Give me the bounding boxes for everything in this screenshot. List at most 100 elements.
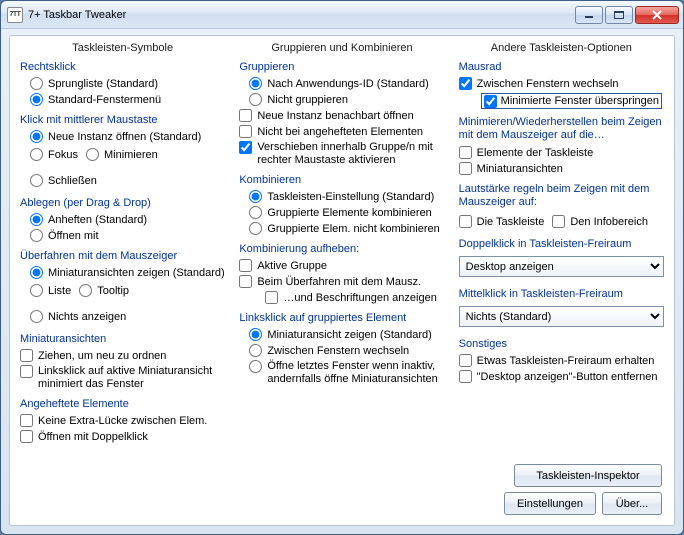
close-button[interactable]	[635, 6, 679, 24]
label-rightdrag: Verschieben innerhalb Gruppe/n mit recht…	[257, 141, 444, 167]
app-window: 7TT 7+ Taskbar Tweaker Taskleisten-Symbo…	[0, 0, 684, 535]
label-dblclick: Öffnen mit Doppelklick	[38, 430, 148, 444]
radio-lc-last[interactable]	[249, 360, 262, 373]
radio-pin[interactable]	[30, 213, 43, 226]
radio-close[interactable]	[30, 174, 43, 187]
radio-cmb-grouped[interactable]	[249, 206, 262, 219]
section-dblclick-empty: Doppelklick in Taskleisten-Freiraum	[459, 238, 664, 250]
radio-cmb-never[interactable]	[249, 222, 262, 235]
label-nogap: Keine Extra-Lücke zwischen Elem.	[38, 414, 207, 428]
check-wheel-cycle[interactable]	[459, 77, 472, 90]
about-button[interactable]: Über...	[602, 492, 662, 515]
combo-midclick[interactable]: Nichts (Standard)	[459, 306, 664, 327]
main-panel: Taskleisten-Symbole Rechtsklick Sprungli…	[9, 35, 675, 526]
label-tbitems: Elemente der Taskleiste	[477, 146, 594, 160]
label-wheel-cycle: Zwischen Fenstern wechseln	[477, 77, 619, 91]
label-thumbs: Miniaturansichten zeigen (Standard)	[48, 266, 225, 280]
inspector-button[interactable]: Taskleisten-Inspektor	[514, 464, 662, 487]
window-title: 7+ Taskbar Tweaker	[28, 9, 573, 21]
label-lc-thumb: Miniaturansicht zeigen (Standard)	[267, 328, 431, 342]
label-notpinned: Nicht bei angehefteten Elementen	[257, 125, 423, 139]
settings-button[interactable]: Einstellungen	[504, 492, 596, 515]
label-labels: …und Beschriftungen anzeigen	[283, 291, 437, 305]
section-pinned: Angeheftete Elemente	[20, 398, 225, 410]
check-tbitems[interactable]	[459, 146, 472, 159]
label-onhover: Beim Überfahren mit dem Mausz.	[257, 275, 421, 289]
check-adjacent[interactable]	[239, 109, 252, 122]
radio-openwith[interactable]	[30, 229, 43, 242]
label-cmb-taskbar: Taskleisten-Einstellung (Standard)	[267, 190, 434, 204]
section-minrestore: Minimieren/Wiederherstellen beim Zeigen …	[459, 116, 664, 142]
check-active[interactable]	[239, 259, 252, 272]
bottom-button-bar: Taskleisten-Inspektor Einstellungen Über…	[504, 464, 662, 515]
radio-jumplist[interactable]	[30, 77, 43, 90]
combo-dblclick[interactable]: Desktop anzeigen	[459, 256, 664, 277]
section-midclick-empty: Mittelklick in Taskleisten-Freiraum	[459, 288, 664, 300]
column-taskbar-icons: Taskleisten-Symbole Rechtsklick Sprungli…	[20, 42, 225, 483]
label-nothing: Nichts anzeigen	[48, 310, 126, 324]
radio-nogroup[interactable]	[249, 93, 262, 106]
radio-stdmenu[interactable]	[30, 93, 43, 106]
label-lc-cycle: Zwischen Fenstern wechseln	[267, 344, 409, 358]
radio-nothing[interactable]	[30, 310, 43, 323]
col1-header: Taskleisten-Symbole	[20, 42, 225, 54]
check-vol-tray[interactable]	[552, 215, 565, 228]
label-cmb-grouped: Gruppierte Elemente kombinieren	[267, 206, 431, 220]
section-drop: Ablegen (per Drag & Drop)	[20, 197, 225, 209]
check-hidedesktop[interactable]	[459, 370, 472, 383]
label-skipmin: Minimierte Fenster überspringen	[501, 94, 659, 108]
label-dragreorder: Ziehen, um neu zu ordnen	[38, 349, 166, 363]
label-byapp: Nach Anwendungs-ID (Standard)	[267, 77, 428, 91]
column-group-combine: Gruppieren und Kombinieren Gruppieren Na…	[239, 42, 444, 483]
check-onhover[interactable]	[239, 275, 252, 288]
check-dblclick[interactable]	[20, 430, 33, 443]
minimize-button[interactable]	[575, 6, 603, 24]
section-hover: Überfahren mit dem Mauszeiger	[20, 250, 225, 262]
radio-thumbs[interactable]	[30, 266, 43, 279]
label-tooltip: Tooltip	[97, 284, 129, 298]
check-notpinned[interactable]	[239, 125, 252, 138]
check-nogap[interactable]	[20, 414, 33, 427]
radio-byapp[interactable]	[249, 77, 262, 90]
highlight-skipmin: Minimierte Fenster überspringen	[481, 93, 662, 109]
radio-list[interactable]	[30, 284, 43, 297]
section-combine: Kombinieren	[239, 174, 444, 186]
check-leftmin[interactable]	[20, 365, 33, 378]
radio-focus[interactable]	[30, 148, 43, 161]
label-newinst: Neue Instanz öffnen (Standard)	[48, 130, 201, 144]
col2-header: Gruppieren und Kombinieren	[239, 42, 444, 54]
check-thumbs2[interactable]	[459, 162, 472, 175]
label-thumbs2: Miniaturansichten	[477, 162, 563, 176]
check-rightdrag[interactable]	[239, 141, 252, 154]
radio-lc-thumb[interactable]	[249, 328, 262, 341]
titlebar[interactable]: 7TT 7+ Taskbar Tweaker	[1, 1, 683, 29]
section-wheel: Mausrad	[459, 61, 664, 73]
label-cmb-never: Gruppierte Elem. nicht kombinieren	[267, 222, 439, 236]
check-reserve[interactable]	[459, 354, 472, 367]
label-jumplist: Sprungliste (Standard)	[48, 77, 158, 91]
label-adjacent: Neue Instanz benachbart öffnen	[257, 109, 413, 123]
maximize-button[interactable]	[605, 6, 633, 24]
label-hidedesktop: "Desktop anzeigen"-Button entfernen	[477, 370, 658, 384]
col3-header: Andere Taskleisten-Optionen	[459, 42, 664, 54]
radio-tooltip[interactable]	[79, 284, 92, 297]
label-nogroup: Nicht gruppieren	[267, 93, 348, 107]
label-reserve: Etwas Taskleisten-Freiraum erhalten	[477, 354, 655, 368]
check-labels[interactable]	[265, 291, 278, 304]
section-rightclick: Rechtsklick	[20, 61, 225, 73]
section-leftclick: Linksklick auf gruppiertes Element	[239, 312, 444, 324]
label-pin: Anheften (Standard)	[48, 213, 147, 227]
radio-lc-cycle[interactable]	[249, 344, 262, 357]
label-active: Aktive Gruppe	[257, 259, 327, 273]
section-other: Sonstiges	[459, 338, 664, 350]
radio-minimize[interactable]	[86, 148, 99, 161]
radio-cmb-taskbar[interactable]	[249, 190, 262, 203]
check-vol-taskbar[interactable]	[459, 215, 472, 228]
label-focus: Fokus	[48, 148, 78, 162]
label-list: Liste	[48, 284, 71, 298]
check-dragreorder[interactable]	[20, 349, 33, 362]
check-skipmin[interactable]	[484, 95, 497, 108]
label-leftmin: Linksklick auf aktive Miniaturansicht mi…	[38, 365, 225, 391]
radio-newinst[interactable]	[30, 130, 43, 143]
section-thumbs: Miniaturansichten	[20, 333, 225, 345]
